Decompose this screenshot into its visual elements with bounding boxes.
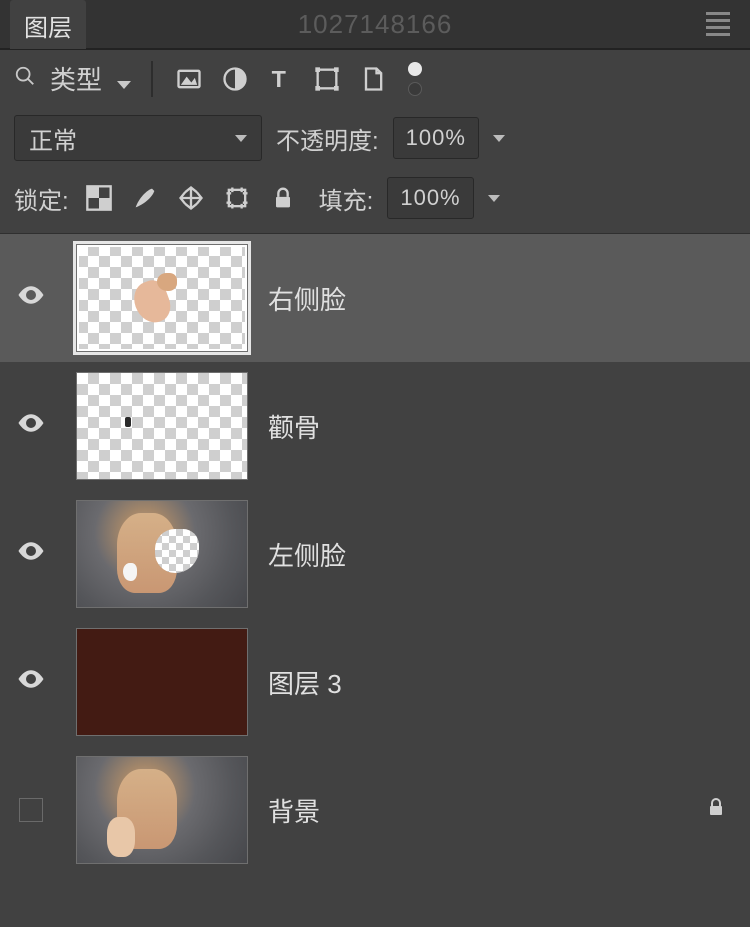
opacity-input[interactable]: 100%: [393, 117, 479, 159]
layer-row[interactable]: 左侧脸: [0, 490, 750, 618]
layer-thumbnail[interactable]: [76, 372, 248, 480]
filter-type-label: 类型: [50, 65, 102, 95]
opacity-value: 100%: [406, 125, 466, 151]
lock-transparency-icon[interactable]: [83, 182, 115, 214]
toggle-dot-off: [408, 82, 422, 96]
blend-row: 正常 不透明度: 100%: [0, 107, 750, 169]
search-icon: [14, 65, 36, 93]
layer-thumbnail[interactable]: [76, 628, 248, 736]
fill-value: 100%: [400, 185, 460, 211]
layer-name[interactable]: 图层 3: [268, 664, 736, 701]
layer-thumbnail[interactable]: [76, 244, 248, 352]
lock-icon: [704, 795, 728, 825]
layer-name[interactable]: 颧骨: [268, 408, 736, 445]
lock-paint-icon[interactable]: [129, 182, 161, 214]
opacity-chevron[interactable]: [493, 135, 505, 142]
lock-row: 锁定: 填充: 100%: [0, 169, 750, 234]
layer-row[interactable]: 图层 3: [0, 618, 750, 746]
lock-artboard-icon[interactable]: [221, 182, 253, 214]
lock-label: 锁定:: [14, 181, 69, 216]
chevron-down-icon: [235, 135, 247, 142]
layer-row[interactable]: 颧骨: [0, 362, 750, 490]
divider: [151, 61, 153, 97]
filter-toggle[interactable]: [407, 62, 423, 96]
fill-chevron[interactable]: [488, 195, 500, 202]
layers-panel: 图层 1027148166 类型 T: [0, 0, 750, 927]
visibility-toggle[interactable]: [16, 280, 46, 316]
layer-name[interactable]: 背景: [268, 792, 676, 829]
filter-type-icon[interactable]: T: [265, 63, 297, 95]
layer-name[interactable]: 右侧脸: [268, 280, 736, 317]
filter-row: 类型 T: [0, 50, 750, 107]
visibility-toggle[interactable]: [16, 536, 46, 572]
filter-adjustment-icon[interactable]: [219, 63, 251, 95]
layer-row[interactable]: 背景: [0, 746, 750, 874]
layer-thumbnail[interactable]: [76, 756, 248, 864]
layer-name[interactable]: 左侧脸: [268, 536, 736, 573]
layer-row[interactable]: 右侧脸: [0, 234, 750, 362]
blend-mode-select[interactable]: 正常: [14, 115, 262, 161]
visibility-toggle[interactable]: [16, 664, 46, 700]
watermark-text: 1027148166: [298, 9, 453, 40]
chevron-down-icon: [117, 81, 131, 89]
toggle-dot-on: [408, 62, 422, 76]
opacity-label: 不透明度:: [276, 121, 379, 156]
tab-layers[interactable]: 图层: [10, 0, 86, 49]
filter-smartobject-icon[interactable]: [357, 63, 389, 95]
filter-shape-icon[interactable]: [311, 63, 343, 95]
lock-position-icon[interactable]: [175, 182, 207, 214]
panel-tabbar: 图层 1027148166: [0, 0, 750, 50]
fill-input[interactable]: 100%: [387, 177, 473, 219]
layer-thumbnail[interactable]: [76, 500, 248, 608]
panel-menu-icon[interactable]: [706, 8, 740, 40]
filter-pixel-icon[interactable]: [173, 63, 205, 95]
lock-all-icon[interactable]: [267, 182, 299, 214]
svg-text:T: T: [272, 66, 286, 92]
layers-list: 右侧脸 颧骨: [0, 234, 750, 927]
visibility-toggle[interactable]: [19, 798, 43, 822]
visibility-toggle[interactable]: [16, 408, 46, 444]
fill-label: 填充:: [319, 181, 374, 216]
filter-type-select[interactable]: 类型: [50, 60, 131, 97]
blend-mode-value: 正常: [29, 121, 77, 156]
